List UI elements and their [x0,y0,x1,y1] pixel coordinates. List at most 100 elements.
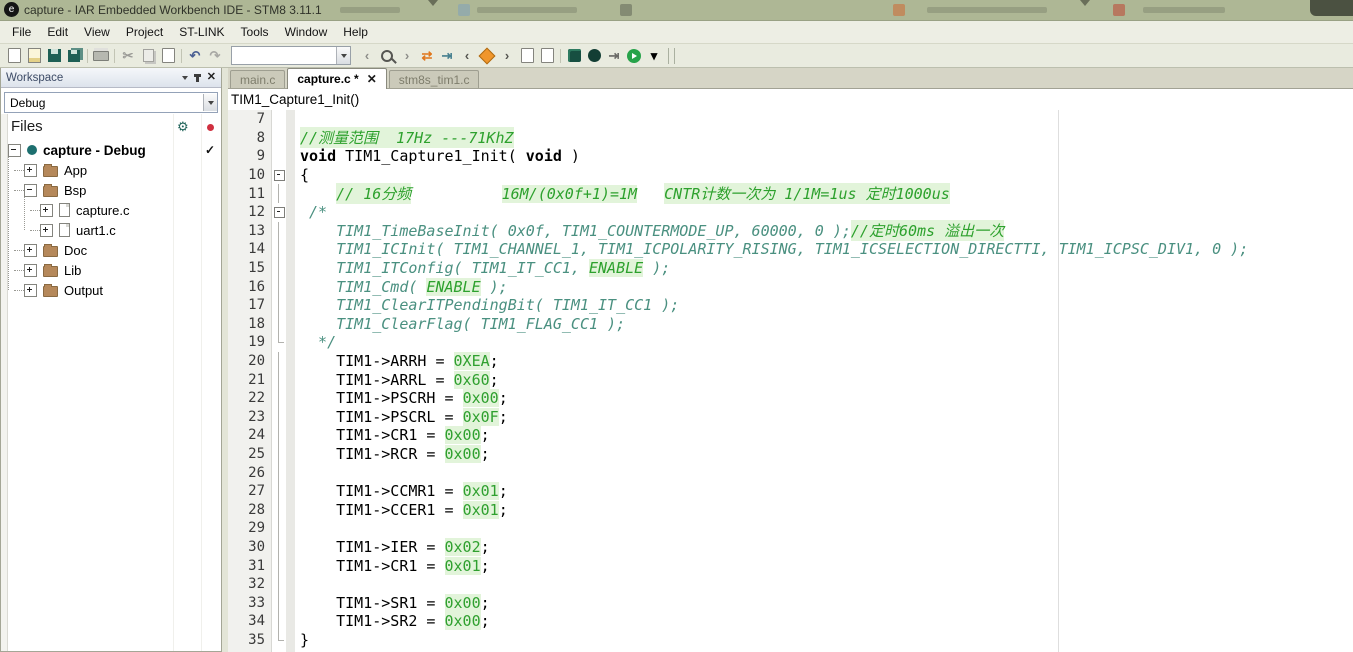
menu-edit[interactable]: Edit [39,22,76,42]
options-gear-icon[interactable]: ⚙ [177,119,189,135]
breakpoint-margin[interactable] [286,444,295,464]
fold-collapse-icon[interactable] [272,203,286,222]
code-line[interactable]: 10 { [228,165,1353,185]
expand-toggle-icon[interactable] [24,263,37,277]
code-line[interactable]: 23 TIM1->PSCRL = 0x0F; [228,407,1353,427]
code-line[interactable]: 26 [228,463,1353,482]
breakpoint-margin[interactable] [286,370,295,389]
breakpoint-margin[interactable] [286,463,295,482]
workspace-close-icon[interactable]: ✕ [207,72,216,83]
breakpoint-margin[interactable] [286,593,295,613]
find-combobox[interactable] [231,46,351,65]
workspace-menu-icon[interactable] [181,75,188,80]
code-line[interactable]: 14 TIM1_ICInit( TIM1_CHANNEL_1, TIM1_ICP… [228,240,1353,259]
menu-file[interactable]: File [4,22,39,42]
fold-collapse-icon[interactable] [272,166,286,185]
breakpoint-margin[interactable] [286,258,295,278]
expand-toggle-icon[interactable] [24,283,37,297]
find-next-icon[interactable]: › [397,47,417,65]
breakpoint-margin[interactable] [286,184,295,203]
breakpoint-margin[interactable] [286,407,295,427]
breakpoint-margin[interactable] [286,612,295,631]
tab-stm8s-tim1-c[interactable]: stm8s_tim1.c [388,70,480,88]
menu-st-link[interactable]: ST-LINK [171,22,232,42]
code-line[interactable]: 32 [228,574,1353,594]
toolbar-more-icon[interactable]: ▾ [644,47,664,65]
fold-box-icon[interactable] [273,169,285,181]
menu-project[interactable]: Project [118,22,171,42]
paste-icon[interactable] [158,47,178,65]
tree-item-output[interactable]: Output [7,280,221,300]
navigate-back-forward-icon[interactable]: ⇄ [417,47,437,65]
tree-item-bsp[interactable]: Bsp [7,180,221,200]
code-line[interactable]: 33 TIM1->SR1 = 0x00; [228,593,1353,613]
make-icon[interactable] [564,47,584,65]
open-file-icon[interactable] [24,47,44,65]
code-line[interactable]: 16 TIM1_Cmd( ENABLE ); [228,277,1353,296]
code-line[interactable]: 18 TIM1_ClearFlag( TIM1_FLAG_CC1 ); [228,314,1353,334]
tree-item-doc[interactable]: Doc [7,240,221,260]
code-line[interactable]: 30 TIM1->IER = 0x02; [228,537,1353,557]
code-line[interactable]: 9 void TIM1_Capture1_Init( void ) [228,147,1353,166]
menu-window[interactable]: Window [277,22,336,42]
toolbar-overflow-grip[interactable] [668,47,675,64]
cut-icon[interactable]: ✂ [118,47,138,65]
undo-icon[interactable]: ↶ [185,47,205,65]
code-line[interactable]: 13 TIM1_TimeBaseInit( 0x0f, TIM1_COUNTER… [228,220,1353,242]
redo-icon[interactable]: ↷ [205,47,225,65]
breakpoint-margin[interactable] [286,165,295,185]
code-line[interactable]: 29 [228,519,1353,538]
code-line[interactable]: 22 TIM1->PSCRH = 0x00; [228,388,1353,408]
breakpoint-margin[interactable] [286,351,295,371]
breakpoint-margin[interactable] [286,128,295,148]
toggle-breakpoint-shield-icon[interactable] [477,47,497,65]
tree-item-capture-debug[interactable]: capture - Debug ✓ [7,140,221,160]
breakpoint-margin[interactable] [286,240,295,259]
breakpoint-margin[interactable] [286,500,295,520]
breakpoint-margin[interactable] [286,333,295,352]
tab-close-icon[interactable]: ✕ [367,72,377,86]
code-line[interactable]: 25 TIM1->RCR = 0x00; [228,444,1353,464]
code-line[interactable]: 17 TIM1_ClearITPendingBit( TIM1_IT_CC1 )… [228,295,1353,315]
next-bookmark-icon[interactable]: › [497,47,517,65]
code-line[interactable]: 15 TIM1_ITConfig( TIM1_IT_CC1, ENABLE ); [228,258,1353,278]
breakpoint-margin[interactable] [286,147,295,166]
new-document-icon[interactable] [4,47,24,65]
fold-box-icon[interactable] [273,206,285,218]
download-and-debug-icon[interactable] [624,47,644,65]
expand-toggle-icon[interactable] [24,243,37,257]
expand-toggle-icon[interactable] [24,183,37,197]
breakpoint-margin[interactable] [286,537,295,557]
find-previous-icon[interactable]: ‹ [357,47,377,65]
breakpoint-margin[interactable] [286,556,295,575]
code-line[interactable]: 7 [228,110,1353,129]
breakpoint-margin[interactable] [286,481,295,501]
expand-toggle-icon[interactable] [8,143,21,157]
save-icon[interactable] [44,47,64,65]
function-context-bar[interactable]: TIM1_Capture1_Init() [228,89,1353,111]
build-icon[interactable] [584,47,604,65]
tree-item-lib[interactable]: Lib [7,260,221,280]
code-line[interactable]: 34 TIM1->SR2 = 0x00; [228,612,1353,631]
breakpoint-margin[interactable] [286,388,295,408]
code-line[interactable]: 35} [228,630,1353,650]
code-line[interactable]: 8 //测量范围 17Hz ---71KhZ [228,127,1353,149]
tree-item-uart1-c[interactable]: uart1.c [7,220,221,240]
menu-tools[interactable]: Tools [233,22,277,42]
next-file-icon[interactable] [517,47,537,65]
breakpoint-margin[interactable] [286,202,295,222]
expand-toggle-icon[interactable] [40,203,53,217]
menu-help[interactable]: Help [335,22,376,42]
code-line[interactable]: 31 TIM1->CR1 = 0x01; [228,556,1353,575]
tree-item-app[interactable]: App [7,160,221,180]
print-icon[interactable] [91,47,111,65]
expand-toggle-icon[interactable] [24,163,37,177]
tab-main-c[interactable]: main.c [230,70,286,88]
breakpoint-margin[interactable] [286,426,295,445]
breakpoint-margin[interactable] [286,221,295,241]
breakpoint-margin[interactable] [286,295,295,315]
tree-item-capture-c[interactable]: capture.c [7,200,221,220]
code-line[interactable]: 28 TIM1->CCER1 = 0x01; [228,500,1353,520]
find-combobox-dropdown-icon[interactable] [336,47,350,64]
search-icon[interactable] [377,47,397,65]
